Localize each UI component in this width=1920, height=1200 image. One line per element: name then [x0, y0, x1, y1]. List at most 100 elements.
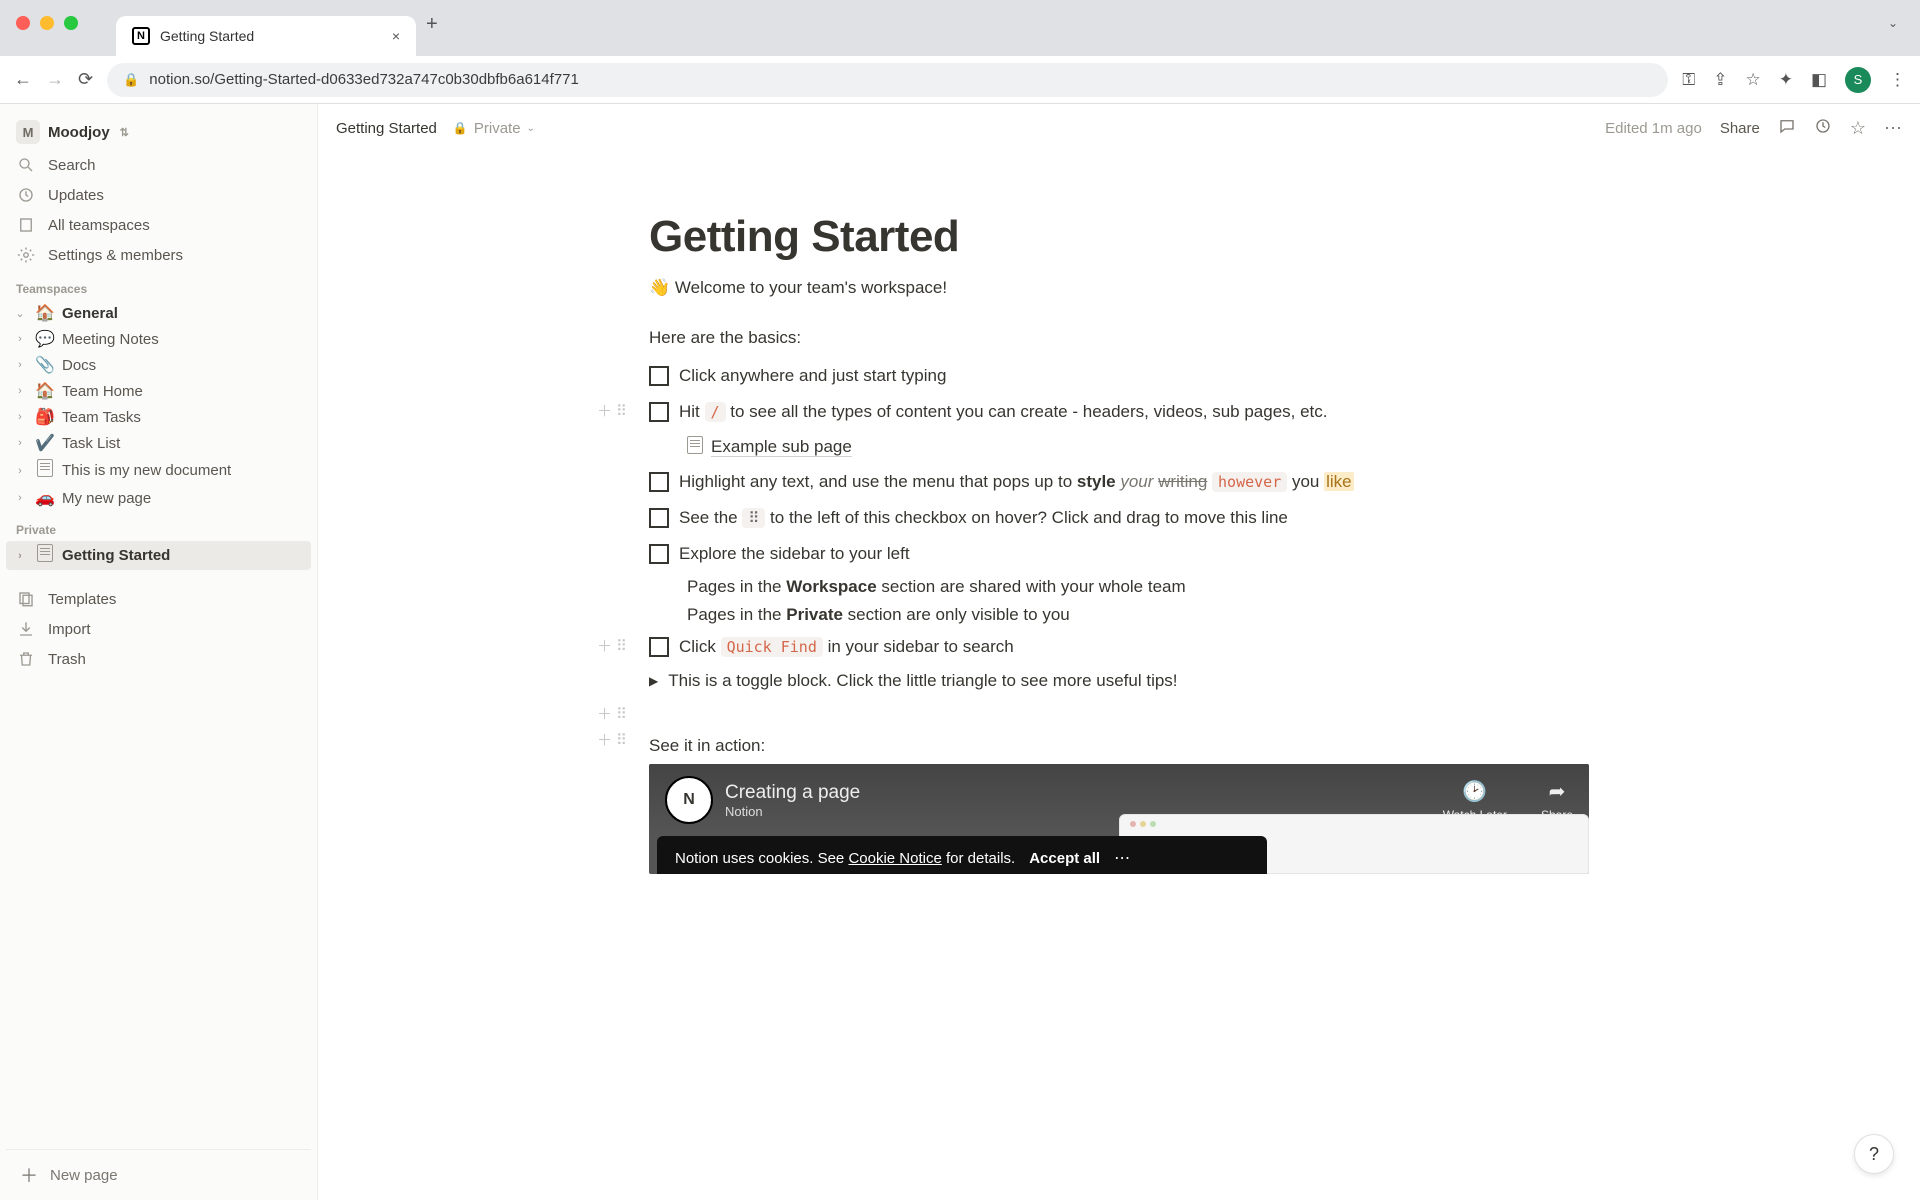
cookie-notice-link[interactable]: Cookie Notice: [848, 850, 941, 867]
window-close-dot[interactable]: [16, 16, 30, 30]
window-minimize-dot[interactable]: [40, 16, 54, 30]
sidebar-import-label: Import: [48, 621, 91, 638]
nav-back-button[interactable]: ←: [14, 69, 32, 90]
sidebar-page[interactable]: › 🎒 Team Tasks: [6, 404, 311, 430]
sidebar-page[interactable]: › ✔️ Task List: [6, 430, 311, 456]
profile-avatar[interactable]: S: [1845, 67, 1871, 93]
checkbox[interactable]: [649, 366, 669, 386]
toggle-triangle-icon[interactable]: ▶: [649, 674, 658, 688]
add-block-icon[interactable]: ＋: [597, 400, 612, 423]
help-button[interactable]: ?: [1854, 1134, 1894, 1174]
share-button[interactable]: Share: [1720, 120, 1760, 137]
sidebar-all-teamspaces[interactable]: All teamspaces: [6, 212, 311, 238]
nav-reload-button[interactable]: ⟳: [78, 69, 93, 90]
todo-item[interactable]: See the ⠿ to the left of this checkbox o…: [649, 500, 1589, 536]
drag-handle-icon[interactable]: ⠿: [616, 635, 627, 658]
todo-item[interactable]: Click anywhere and just start typing: [649, 358, 1589, 394]
disclosure-chevron-icon[interactable]: ›: [12, 359, 28, 371]
sidebar-page[interactable]: ›🏠Team Home: [6, 378, 311, 404]
drag-handle-icon[interactable]: ⠿: [616, 703, 627, 726]
page-emoji-icon: 🎒: [34, 407, 56, 427]
disclosure-chevron-icon[interactable]: ⌄: [12, 307, 28, 320]
new-tab-button[interactable]: +: [426, 13, 438, 36]
sidebar-updates[interactable]: Updates: [6, 182, 311, 208]
video-embed[interactable]: N Creating a page Notion 🕑Watch Later ➦S…: [649, 764, 1589, 874]
see-action-heading[interactable]: ＋ ⠿ See it in action:: [649, 723, 1589, 764]
add-block-icon[interactable]: ＋: [597, 635, 612, 658]
address-bar[interactable]: 🔒 notion.so/Getting-Started-d0633ed732a7…: [107, 63, 1668, 97]
share-arrow-icon: ➦: [1541, 779, 1573, 804]
favorite-star-icon[interactable]: ☆: [1850, 118, 1866, 139]
new-page-button[interactable]: ＋ New page: [6, 1149, 311, 1200]
sidebar-page[interactable]: ›📎Docs: [6, 352, 311, 378]
page-document: Getting Started 👋 Welcome to your team's…: [649, 212, 1589, 874]
checkbox[interactable]: [649, 544, 669, 564]
browser-menu-icon[interactable]: ⋮: [1889, 70, 1906, 90]
toggle-text: This is a toggle block. Click the little…: [668, 671, 1177, 691]
page-more-icon[interactable]: ⋯: [1884, 118, 1902, 139]
disclosure-chevron-icon[interactable]: ›: [12, 385, 28, 397]
sidebar-trash[interactable]: Trash: [6, 646, 311, 672]
private-page-getting-started[interactable]: › Getting Started: [6, 541, 311, 570]
sidebar-page[interactable]: ›This is my new document: [6, 456, 311, 485]
checkbox[interactable]: [649, 508, 669, 528]
todo-item[interactable]: Explore the sidebar to your left: [649, 536, 1589, 572]
sidebar-page-label: Team Tasks: [62, 409, 141, 426]
checkbox[interactable]: [649, 637, 669, 657]
disclosure-chevron-icon[interactable]: ›: [12, 550, 28, 562]
window-zoom-dot[interactable]: [64, 16, 78, 30]
sidebar-templates[interactable]: Templates: [6, 586, 311, 612]
tabs-overflow-icon[interactable]: ⌄: [1888, 16, 1898, 30]
add-block-icon[interactable]: ＋: [597, 703, 612, 726]
welcome-line[interactable]: 👋 Welcome to your team's workspace!: [649, 278, 1589, 298]
comments-icon[interactable]: [1778, 117, 1796, 140]
sidebar-settings[interactable]: Settings & members: [6, 242, 311, 268]
todo-item[interactable]: ＋ ⠿ Click Quick Find in your sidebar to …: [649, 629, 1589, 665]
key-icon[interactable]: ⚿: [1682, 70, 1695, 90]
extensions-puzzle-icon[interactable]: ✦: [1779, 70, 1793, 90]
share-up-icon[interactable]: ⇪: [1713, 70, 1727, 90]
basics-intro[interactable]: Here are the basics:: [649, 328, 1589, 348]
cookie-more-icon[interactable]: ⋯: [1114, 848, 1130, 868]
toggle-block[interactable]: ▶ This is a toggle block. Click the litt…: [649, 665, 1589, 697]
lock-icon: 🔒: [453, 121, 468, 135]
workspace-switcher[interactable]: M Moodjoy ⇅: [6, 114, 311, 150]
history-clock-icon[interactable]: [1814, 117, 1832, 140]
sidebar-import[interactable]: Import: [6, 616, 311, 642]
disclosure-chevron-icon[interactable]: ›: [12, 492, 28, 504]
browser-tab[interactable]: N Getting Started ×: [116, 16, 416, 56]
page-icon: [34, 459, 56, 482]
breadcrumb-page[interactable]: Getting Started: [336, 120, 437, 137]
close-tab-button[interactable]: ×: [392, 28, 400, 44]
sub-page-label: Example sub page: [711, 437, 852, 457]
workspace-description[interactable]: Pages in the Workspace section are share…: [687, 573, 1589, 601]
sidebar-page-label: My new page: [62, 490, 151, 507]
checkbox[interactable]: [649, 402, 669, 422]
cookie-accept-button[interactable]: Accept all: [1029, 850, 1100, 867]
sidebar-page[interactable]: ›💬Meeting Notes: [6, 326, 311, 352]
disclosure-chevron-icon[interactable]: ›: [12, 411, 28, 423]
sidepanel-icon[interactable]: ◧: [1811, 70, 1827, 90]
sub-page-link[interactable]: Example sub page: [687, 431, 1589, 464]
teamspace-general[interactable]: ⌄ 🏠 General: [6, 300, 311, 326]
sidebar-page-label: Task List: [62, 435, 120, 452]
sidebar-page[interactable]: ›🚗My new page: [6, 485, 311, 511]
drag-handle-icon[interactable]: ⠿: [616, 400, 627, 423]
bookmark-star-icon[interactable]: ☆: [1745, 70, 1760, 90]
disclosure-chevron-icon[interactable]: ›: [12, 333, 28, 345]
add-block-icon[interactable]: ＋: [597, 729, 612, 752]
drag-handle-icon[interactable]: ⠿: [616, 729, 627, 752]
todo-item[interactable]: ＋ ⠿ Hit / to see all the types of conten…: [649, 394, 1589, 430]
page-emoji-icon: ✔️: [34, 433, 56, 453]
disclosure-chevron-icon[interactable]: ›: [12, 437, 28, 449]
checkbox[interactable]: [649, 472, 669, 492]
private-description[interactable]: Pages in the Private section are only vi…: [687, 601, 1589, 629]
sidebar-search[interactable]: Search: [6, 152, 311, 178]
nav-forward-button[interactable]: →: [46, 69, 64, 90]
empty-block[interactable]: ＋ ⠿: [649, 697, 1589, 723]
disclosure-chevron-icon[interactable]: ›: [12, 465, 28, 477]
page-title[interactable]: Getting Started: [649, 212, 1589, 262]
chevron-down-icon: ⌄: [527, 123, 535, 134]
privacy-dropdown[interactable]: 🔒 Private ⌄: [447, 117, 541, 140]
todo-item[interactable]: Highlight any text, and use the menu tha…: [649, 464, 1589, 500]
